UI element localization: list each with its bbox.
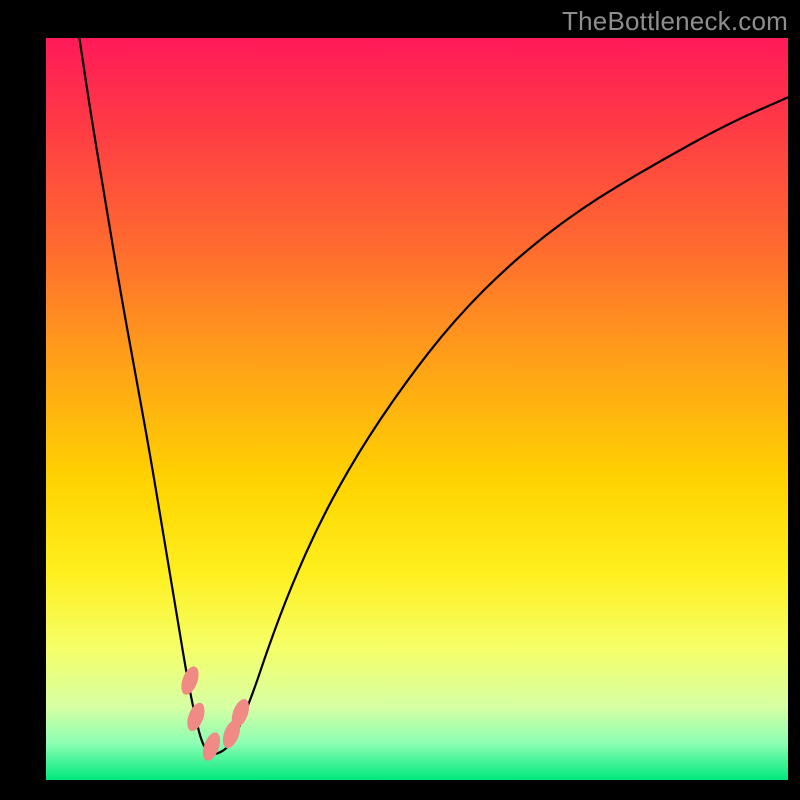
chart-frame: TheBottleneck.com: [0, 0, 800, 800]
gradient-background: [46, 38, 788, 780]
watermark-text: TheBottleneck.com: [562, 6, 788, 37]
plot-area: [46, 38, 788, 780]
bottleneck-chart-svg: [46, 38, 788, 780]
